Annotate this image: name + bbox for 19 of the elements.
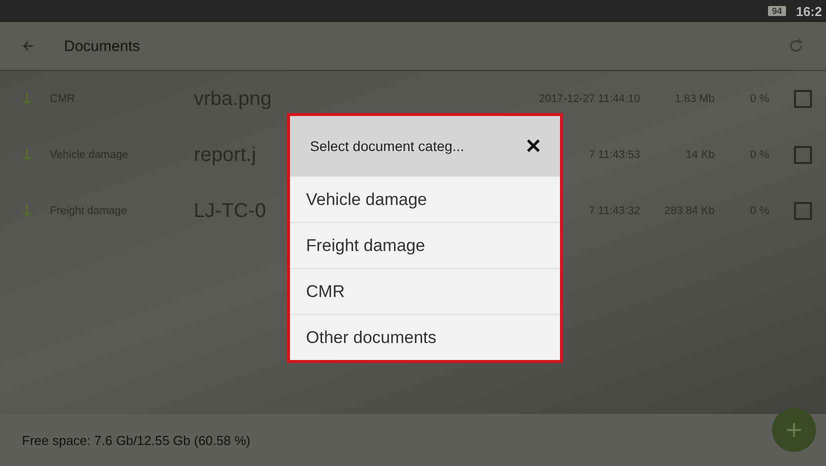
category-option[interactable]: Freight damage xyxy=(290,222,560,268)
download-arrow-icon xyxy=(22,149,32,161)
toolbar-title: Documents xyxy=(64,38,141,54)
row-checkbox[interactable] xyxy=(794,202,812,220)
battery-level: 94 xyxy=(768,6,786,16)
row-checkbox[interactable] xyxy=(794,146,812,164)
clock-time: 16:2 xyxy=(796,4,822,18)
category-option[interactable]: CMR xyxy=(290,268,560,314)
dialog-title: Select document categ... xyxy=(310,138,466,154)
close-button[interactable]: ✕ xyxy=(525,134,542,158)
back-arrow-icon[interactable] xyxy=(22,40,34,52)
download-arrow-icon xyxy=(22,93,32,105)
free-space-text: Free space: 7.6 Gb/12.55 Gb (60.58 %) xyxy=(22,432,250,448)
category-option[interactable]: Vehicle damage xyxy=(290,176,560,222)
category-option[interactable]: Other documents xyxy=(290,314,560,360)
refresh-icon[interactable] xyxy=(788,38,804,54)
plus-icon xyxy=(786,422,802,438)
row-checkbox[interactable] xyxy=(794,90,812,108)
download-arrow-icon xyxy=(22,205,32,217)
